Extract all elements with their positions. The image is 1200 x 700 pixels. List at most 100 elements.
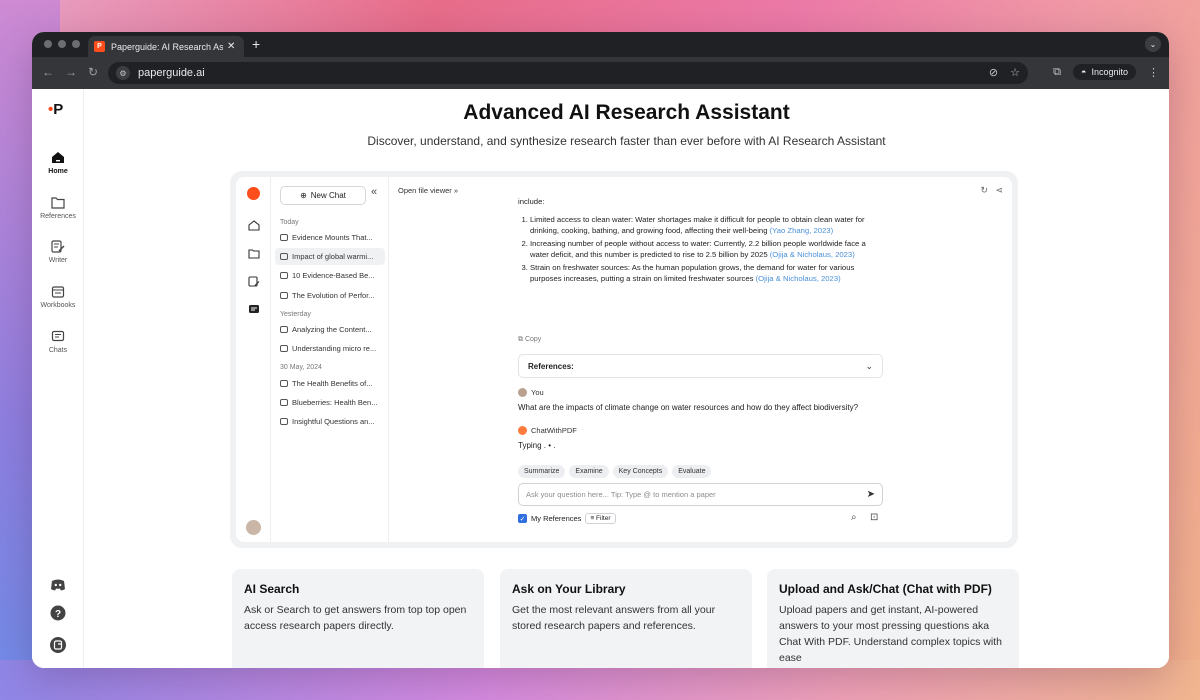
- sidebar-item-label: Workbooks: [40, 302, 76, 309]
- sidebar-item-chats[interactable]: Chats: [32, 330, 84, 354]
- edit-icon[interactable]: [248, 276, 260, 287]
- feature-card-ai-search[interactable]: AI Search Ask or Search to get answers f…: [232, 569, 484, 668]
- chip-key-concepts[interactable]: Key Concepts: [612, 465, 669, 478]
- favicon-icon: P: [94, 41, 105, 52]
- chat-bubble-icon: [280, 399, 288, 406]
- extensions-icon[interactable]: ⧉: [1053, 66, 1061, 79]
- sidebar-item-writer[interactable]: Writer: [32, 240, 84, 264]
- card-title: Upload and Ask/Chat (Chat with PDF): [779, 582, 992, 596]
- chat-bubble-icon: [280, 272, 288, 279]
- chip-summarize[interactable]: Summarize: [518, 465, 566, 478]
- minimize-window-button[interactable]: [58, 40, 66, 48]
- chat-bubble-icon: [280, 326, 288, 333]
- list-item-label: The Health Benefits of...: [292, 379, 373, 388]
- ask-input[interactable]: Ask your question here... Tip: Type @ to…: [518, 483, 883, 506]
- bookmark-star-icon[interactable]: ☆: [1010, 66, 1020, 79]
- user-name: You: [531, 388, 544, 397]
- site-settings-icon[interactable]: ⚙: [116, 66, 130, 80]
- paperguide-logo[interactable]: •P: [48, 101, 63, 118]
- list-item[interactable]: Blueberries: Health Ben...: [275, 394, 385, 411]
- chip-evaluate[interactable]: Evaluate: [672, 465, 712, 478]
- discord-icon[interactable]: [49, 576, 67, 594]
- citation-link[interactable]: (Ojija & Nicholaus, 2023): [770, 250, 855, 259]
- tab-strip: P Paperguide: AI Research Assistant ✕ + …: [32, 32, 1169, 57]
- filter-label: Filter: [596, 515, 611, 522]
- sidebar-item-workbooks[interactable]: Workbooks: [32, 285, 84, 309]
- answer-point: Strain on freshwater sources: As the hum…: [530, 262, 883, 285]
- sidebar-item-label: Writer: [48, 257, 68, 264]
- sidebar-item-label: Home: [48, 168, 68, 175]
- sidebar-item-references[interactable]: References: [32, 196, 84, 220]
- share-icon[interactable]: ⋖: [995, 185, 1003, 196]
- open-file-viewer-button[interactable]: Open file viewer »: [398, 186, 458, 195]
- suggestion-chips: Summarize Examine Key Concepts Evaluate: [518, 465, 712, 478]
- list-item[interactable]: 10 Evidence-Based Be...: [275, 267, 385, 284]
- chevron-down-icon: ⌄: [865, 361, 873, 371]
- feature-card-upload[interactable]: Upload and Ask/Chat (Chat with PDF) Uplo…: [767, 569, 1019, 668]
- help-icon[interactable]: ?: [49, 604, 67, 622]
- my-references-checkbox[interactable]: ✓: [518, 514, 527, 523]
- forward-arrow-icon[interactable]: →: [65, 65, 77, 79]
- tab-close-icon[interactable]: ✕: [227, 41, 235, 52]
- sidebar-item-home[interactable]: Home: [32, 151, 84, 175]
- browser-menu-icon[interactable]: ⋮: [1148, 66, 1159, 79]
- list-item-label: The Evolution of Perfor...: [292, 291, 375, 300]
- crop-icon[interactable]: ⊡: [870, 512, 878, 523]
- chat-main: Open file viewer » ↻ ⋖ include: Limited …: [389, 177, 1012, 542]
- card-body: Upload papers and get instant, AI-powere…: [779, 604, 1002, 664]
- close-window-button[interactable]: [44, 40, 52, 48]
- references-label: References:: [528, 361, 574, 371]
- new-tab-button[interactable]: +: [252, 36, 260, 52]
- tab-paperguide[interactable]: P Paperguide: AI Research Assistant ✕: [88, 36, 244, 57]
- list-item[interactable]: The Health Benefits of...: [275, 375, 385, 392]
- chip-examine[interactable]: Examine: [569, 465, 609, 478]
- folder-icon[interactable]: [248, 248, 260, 259]
- home-icon[interactable]: [248, 220, 260, 231]
- citation-link[interactable]: (Yao Zhang, 2023): [770, 226, 834, 235]
- list-item[interactable]: Evidence Mounts That...: [275, 229, 385, 246]
- app-viewport: •P Home References Writer Workbooks Chat…: [32, 89, 1169, 668]
- chat-bubble-icon: [280, 292, 288, 299]
- sidebar-item-label: References: [40, 213, 76, 220]
- user-question: What are the impacts of climate change o…: [518, 403, 859, 412]
- reload-icon[interactable]: ↻: [88, 65, 98, 79]
- attach-icon[interactable]: ⌕: [851, 512, 857, 523]
- send-icon[interactable]: ➤: [867, 489, 875, 500]
- account-icon[interactable]: [49, 636, 67, 654]
- refresh-icon[interactable]: ↻: [980, 185, 988, 196]
- brand-dot-icon: [247, 187, 260, 200]
- calendar-icon: [51, 286, 65, 298]
- new-chat-button[interactable]: ⊕ New Chat: [280, 186, 366, 205]
- list-item[interactable]: Impact of global warmi...: [275, 248, 385, 265]
- card-body: Ask or Search to get answers from top to…: [244, 604, 467, 632]
- card-title: AI Search: [244, 582, 300, 596]
- typing-indicator: Typing . • .: [518, 441, 556, 450]
- user-avatar[interactable]: [246, 520, 261, 535]
- references-dropdown[interactable]: References: ⌄: [518, 354, 883, 378]
- chat-icon[interactable]: [248, 304, 260, 315]
- demo-preview: ⊕ New Chat « Today Evidence Mounts That.…: [230, 171, 1018, 548]
- copy-button[interactable]: ⧉ Copy: [518, 336, 541, 344]
- assistant-avatar: [518, 426, 527, 435]
- eye-off-icon[interactable]: ⊘: [989, 66, 998, 79]
- url-text: paperguide.ai: [138, 67, 205, 79]
- toolbar-right: ⧉ ◓ Incognito ⋮: [1053, 64, 1159, 80]
- app-sidebar: •P Home References Writer Workbooks Chat…: [32, 89, 84, 668]
- list-item-label: 10 Evidence-Based Be...: [292, 271, 375, 280]
- back-arrow-icon[interactable]: ←: [42, 65, 54, 79]
- citation-link[interactable]: (Ojija & Nicholaus, 2023): [756, 274, 841, 283]
- chat-bubble-icon: [280, 234, 288, 241]
- list-item[interactable]: Understanding micro re...: [275, 340, 385, 357]
- list-item[interactable]: The Evolution of Perfor...: [275, 287, 385, 304]
- list-item[interactable]: Insightful Questions an...: [275, 413, 385, 430]
- address-bar[interactable]: ⚙ paperguide.ai ⊘ ☆: [108, 62, 1028, 84]
- collapse-sidebar-icon[interactable]: «: [371, 186, 377, 198]
- maximize-window-button[interactable]: [72, 40, 80, 48]
- incognito-badge[interactable]: ◓ Incognito: [1073, 64, 1136, 80]
- my-references-toggle: ✓ My References ≡ Filter: [518, 513, 616, 524]
- feature-card-library[interactable]: Ask on Your Library Get the most relevan…: [500, 569, 752, 668]
- list-item[interactable]: Analyzing the Content...: [275, 321, 385, 338]
- tab-search-chevron-icon[interactable]: ⌄: [1145, 36, 1161, 52]
- new-chat-label: New Chat: [310, 191, 346, 200]
- filter-button[interactable]: ≡ Filter: [585, 513, 616, 524]
